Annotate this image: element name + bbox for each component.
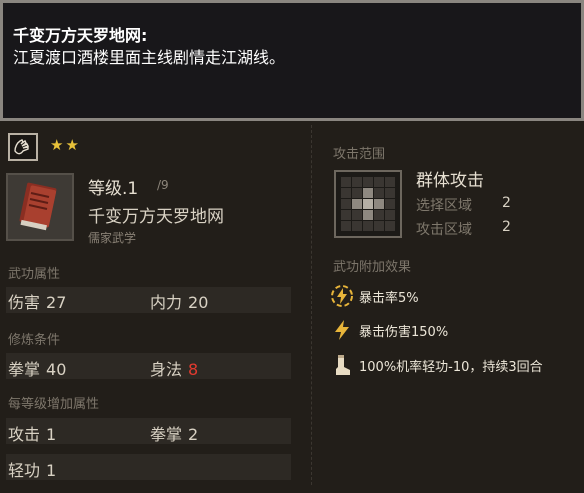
fist-req-value: 40 — [46, 360, 67, 379]
lightning-icon — [330, 318, 354, 342]
effect-item: 暴击率5% — [330, 284, 419, 308]
lightness-bonus-label: 轻功 — [8, 461, 41, 480]
effect-text: 100%机率轻功-10，持续3回合 — [359, 359, 543, 375]
palm-icon[interactable] — [8, 133, 38, 161]
body-req-value: 8 — [188, 360, 199, 379]
attack-area-row: 攻击区域 2 — [416, 219, 511, 239]
select-area-value: 2 — [502, 195, 511, 211]
body-requirement: 身法 8 — [150, 356, 198, 380]
skill-school: 儒家武学 — [88, 231, 137, 245]
rating-stars: ★★ — [50, 136, 81, 154]
attack-range-section-label: 攻击范围 — [333, 147, 386, 162]
attack-type: 群体攻击 — [416, 171, 484, 191]
effect-text: 暴击伤害150% — [359, 324, 449, 340]
skill-book-icon — [6, 173, 74, 241]
effect-text: 暴击率5% — [359, 290, 419, 306]
select-area-row: 选择区域 2 — [416, 195, 511, 215]
internal-stat: 内力 20 — [150, 289, 208, 313]
skill-detail-panel: ★★ 等级.1 /9 千变万方天罗地网 儒家武学 武功属性 伤害 27 内力 20 … — [0, 121, 584, 493]
damage-value: 27 — [46, 293, 67, 312]
skill-level: 等级.1 — [88, 179, 139, 199]
damage-label: 伤害 — [8, 293, 41, 312]
skill-level-max: /9 — [157, 178, 169, 192]
internal-label: 内力 — [150, 293, 183, 312]
attributes-section-label: 武功属性 — [8, 267, 61, 282]
skill-name: 千变万方天罗地网 — [88, 207, 224, 227]
fist-requirement: 拳掌 40 — [8, 356, 66, 380]
attack-bonus: 攻击 1 — [8, 421, 56, 445]
attack-area-label: 攻击区域 — [416, 222, 472, 238]
body-req-label: 身法 — [150, 360, 183, 379]
tooltip-title: 千变万方天罗地网: — [13, 26, 148, 45]
effects-section-label: 武功附加效果 — [333, 260, 412, 275]
column-divider — [311, 125, 312, 485]
boot-icon — [330, 353, 354, 377]
fist-bonus-value: 2 — [188, 425, 199, 444]
attack-area-value: 2 — [502, 219, 511, 235]
lightness-bonus: 轻功 1 — [8, 457, 56, 481]
lightning-circle-icon — [330, 284, 354, 308]
fist-bonus-label: 拳掌 — [150, 425, 183, 444]
requirements-section-label: 修炼条件 — [8, 333, 61, 348]
fist-bonus: 拳掌 2 — [150, 421, 198, 445]
per-level-section-label: 每等级增加属性 — [8, 397, 100, 412]
tooltip-description: 江夏渡口酒楼里面主线剧情走江湖线。 — [13, 48, 286, 67]
effect-item: 暴击伤害150% — [330, 318, 448, 342]
select-area-label: 选择区域 — [416, 198, 472, 214]
attack-bonus-value: 1 — [46, 425, 57, 444]
effect-item: 100%机率轻功-10，持续3回合 — [330, 353, 543, 377]
internal-value: 20 — [188, 293, 209, 312]
lightness-bonus-value: 1 — [46, 461, 57, 480]
attack-range-grid — [334, 170, 402, 238]
tooltip-panel: 千变万方天罗地网: 江夏渡口酒楼里面主线剧情走江湖线。 — [0, 0, 584, 121]
damage-stat: 伤害 27 — [8, 289, 66, 313]
fist-req-label: 拳掌 — [8, 360, 41, 379]
attack-bonus-label: 攻击 — [8, 425, 41, 444]
